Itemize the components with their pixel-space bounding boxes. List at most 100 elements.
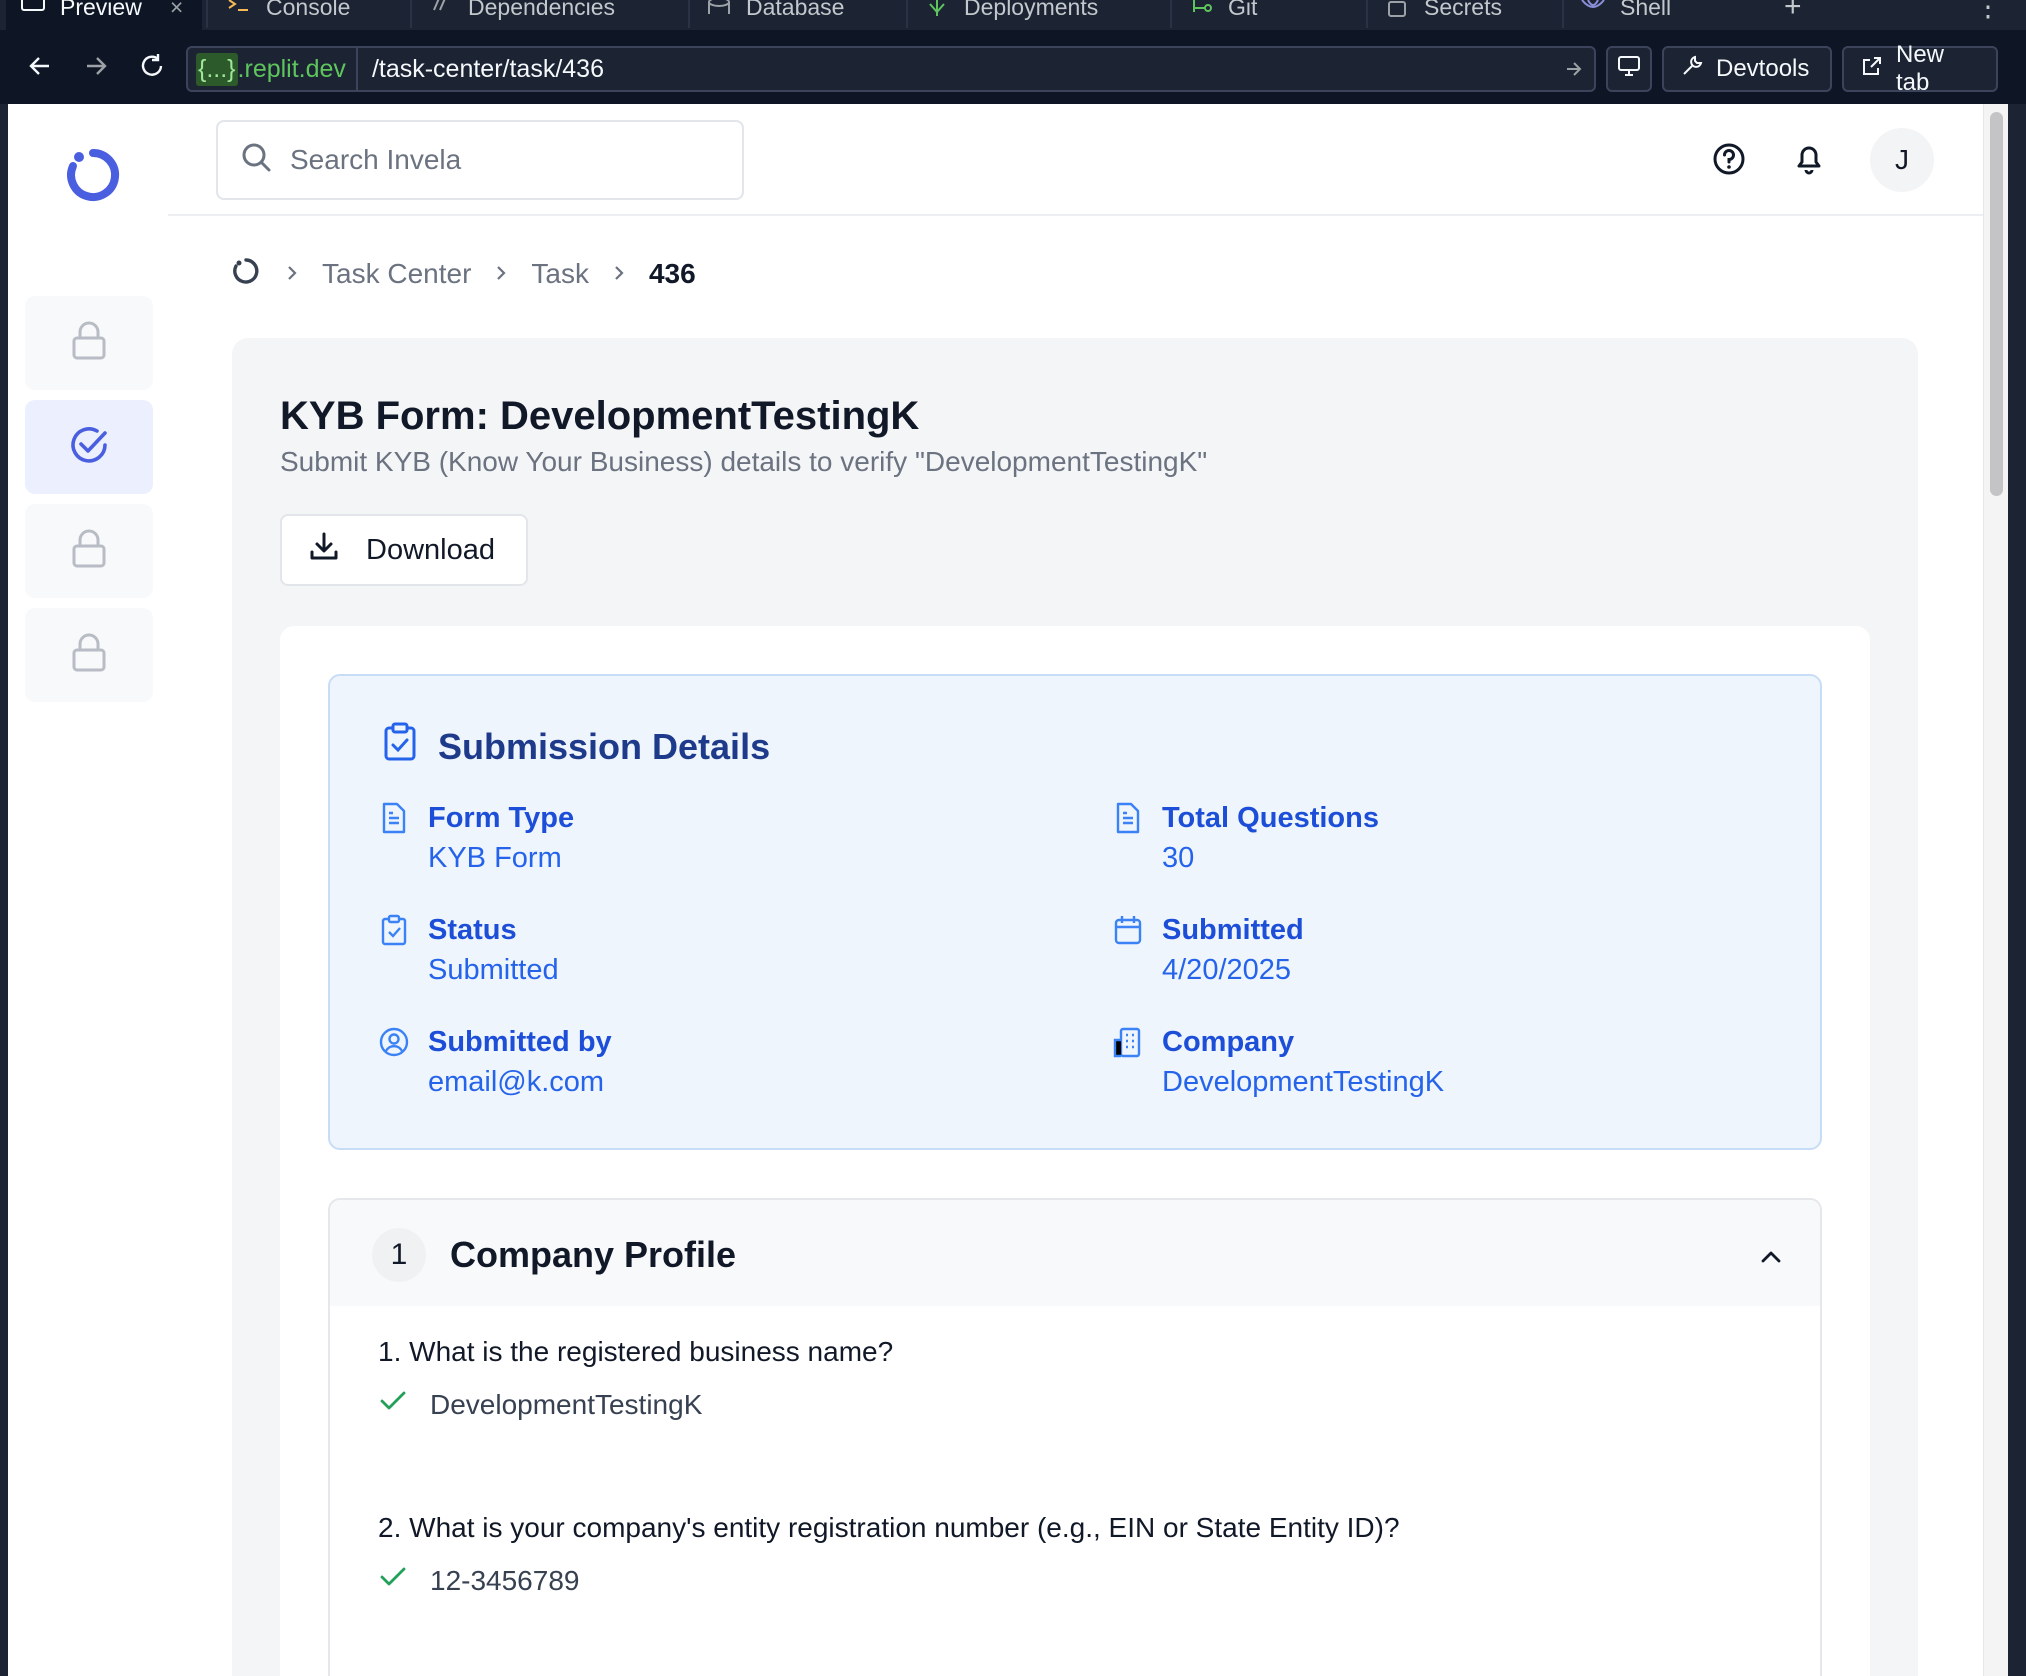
file-text-icon	[1112, 802, 1144, 834]
tab-label: Database	[746, 0, 845, 20]
field-value: KYB Form	[428, 842, 562, 874]
lock-icon	[69, 320, 109, 367]
section-title: Company Profile	[450, 1234, 737, 1275]
tab-label: Git	[1228, 0, 1258, 20]
forward-icon[interactable]	[78, 48, 114, 84]
answer-text: DevelopmentTestingK	[430, 1388, 703, 1420]
scrollbar-thumb[interactable]	[1990, 112, 2003, 496]
question-text: What is your company's entity registrati…	[409, 1512, 1400, 1543]
field-label: Submitted	[1162, 914, 1304, 946]
avatar[interactable]: J	[1870, 128, 1934, 192]
devtools-label: Devtools	[1716, 55, 1810, 82]
question-2: 2. What is your company's entity registr…	[378, 1512, 1400, 1544]
field-value: Submitted	[428, 954, 559, 986]
field-label: Submitted by	[428, 1026, 612, 1058]
tab-deployments[interactable]: Deployments	[910, 0, 1166, 30]
search-icon	[240, 141, 272, 180]
url-host-domain: .replit.dev	[237, 54, 346, 83]
answer-2: 12-3456789	[378, 1564, 579, 1597]
more-options-icon[interactable]: ⋮	[1960, 0, 2002, 30]
breadcrumb-task[interactable]: Task	[531, 258, 589, 290]
git-branch-icon	[1188, 0, 1214, 20]
field-company: Company DevelopmentTestingK	[1112, 1022, 1444, 1102]
tab-shell[interactable]: Shell	[1566, 0, 1736, 30]
tab-divider	[1170, 0, 1172, 28]
home-icon[interactable]	[230, 255, 262, 294]
lock-icon	[69, 528, 109, 575]
field-status: Status Submitted	[378, 910, 559, 990]
sidebar-item-locked-3[interactable]	[25, 608, 153, 702]
clipboard-check-icon	[378, 914, 410, 946]
scrollbar[interactable]	[1983, 104, 2008, 1676]
file-text-icon	[378, 802, 410, 834]
calendar-icon	[1112, 914, 1144, 946]
question-1: 1. What is the registered business name?	[378, 1336, 893, 1368]
url-host: {...} .replit.dev	[188, 48, 358, 90]
field-value: email@k.com	[428, 1066, 605, 1098]
field-form-type: Form Type KYB Form	[378, 798, 574, 878]
field-total-questions: Total Questions 30	[1112, 798, 1379, 878]
tab-label: Deployments	[964, 0, 1099, 20]
tab-label: Console	[266, 0, 351, 20]
tab-divider	[906, 0, 908, 28]
tab-divider	[206, 0, 208, 28]
tab-divider	[1366, 0, 1368, 28]
download-icon	[308, 530, 340, 570]
address-bar: {...} .replit.dev /task-center/task/436 …	[0, 30, 2026, 104]
new-tab-button[interactable]: New tab	[1842, 41, 1998, 96]
tab-dependencies[interactable]: Dependencies	[414, 0, 684, 30]
url-path: /task-center/task/436	[371, 54, 604, 83]
question-number: 2.	[378, 1512, 402, 1543]
field-submitted: Submitted 4/20/2025	[1112, 910, 1304, 990]
tab-label: Preview	[60, 0, 142, 20]
chevron-up-icon[interactable]	[1754, 1240, 1788, 1274]
go-arrow-icon[interactable]	[1554, 59, 1594, 79]
question-number: 1.	[378, 1336, 402, 1367]
submission-details-title: Submission Details	[382, 722, 770, 771]
close-tab-icon[interactable]: ×	[170, 0, 183, 19]
ide-tab-bar: Preview × Console Dependencies Database …	[0, 0, 2026, 30]
field-value: 30	[1162, 842, 1195, 874]
answer-1: DevelopmentTestingK	[378, 1388, 702, 1421]
tab-preview[interactable]: Preview ×	[6, 0, 202, 30]
tab-secrets[interactable]: Secrets	[1370, 0, 1560, 30]
external-link-icon	[1860, 54, 1884, 85]
sidebar-item-locked-2[interactable]	[25, 504, 153, 598]
tab-divider	[688, 0, 690, 28]
sidebar-item-locked-1[interactable]	[25, 296, 153, 390]
package-icon	[428, 0, 454, 20]
chevron-right-icon	[493, 258, 509, 290]
download-button[interactable]: Download	[280, 514, 528, 586]
lock-icon	[69, 632, 109, 679]
add-tab-button[interactable]: +	[1770, 0, 1810, 30]
field-value: 4/20/2025	[1162, 954, 1292, 986]
tab-console[interactable]: Console	[212, 0, 408, 30]
page-subtitle: Submit KYB (Know Your Business) details …	[280, 446, 1208, 477]
tab-label: Shell	[1620, 0, 1672, 20]
reload-icon[interactable]	[134, 48, 170, 84]
tab-git[interactable]: Git	[1174, 0, 1364, 30]
back-icon[interactable]	[22, 48, 58, 84]
tab-database[interactable]: Database	[692, 0, 902, 30]
app-viewport: Search Invela J Task Center Task 436 KYB…	[8, 104, 2008, 1676]
help-icon[interactable]	[1704, 134, 1754, 184]
sidebar-item-task-center[interactable]	[25, 400, 153, 494]
bell-icon[interactable]	[1784, 134, 1834, 184]
new-tab-label: New tab	[1896, 41, 1945, 96]
url-field[interactable]: {...} .replit.dev /task-center/task/436	[186, 46, 1596, 92]
user-circle-icon	[378, 1026, 410, 1058]
breadcrumb-task-center[interactable]: Task Center	[322, 258, 471, 290]
breadcrumb-current: 436	[648, 258, 696, 289]
submission-details-heading: Submission Details	[438, 725, 771, 767]
device-preview-button[interactable]	[1606, 46, 1652, 92]
search-input[interactable]: Search Invela	[216, 120, 744, 200]
rocket-icon	[924, 0, 950, 20]
top-bar: Search Invela J	[168, 104, 1983, 216]
tab-label: Secrets	[1424, 0, 1502, 20]
invela-logo-icon[interactable]	[62, 144, 124, 206]
field-label: Status	[428, 914, 517, 946]
url-host-braces: {...}	[196, 52, 238, 86]
check-icon	[378, 1388, 408, 1421]
devtools-button[interactable]: Devtools	[1662, 46, 1832, 92]
field-label: Company	[1162, 1026, 1295, 1058]
